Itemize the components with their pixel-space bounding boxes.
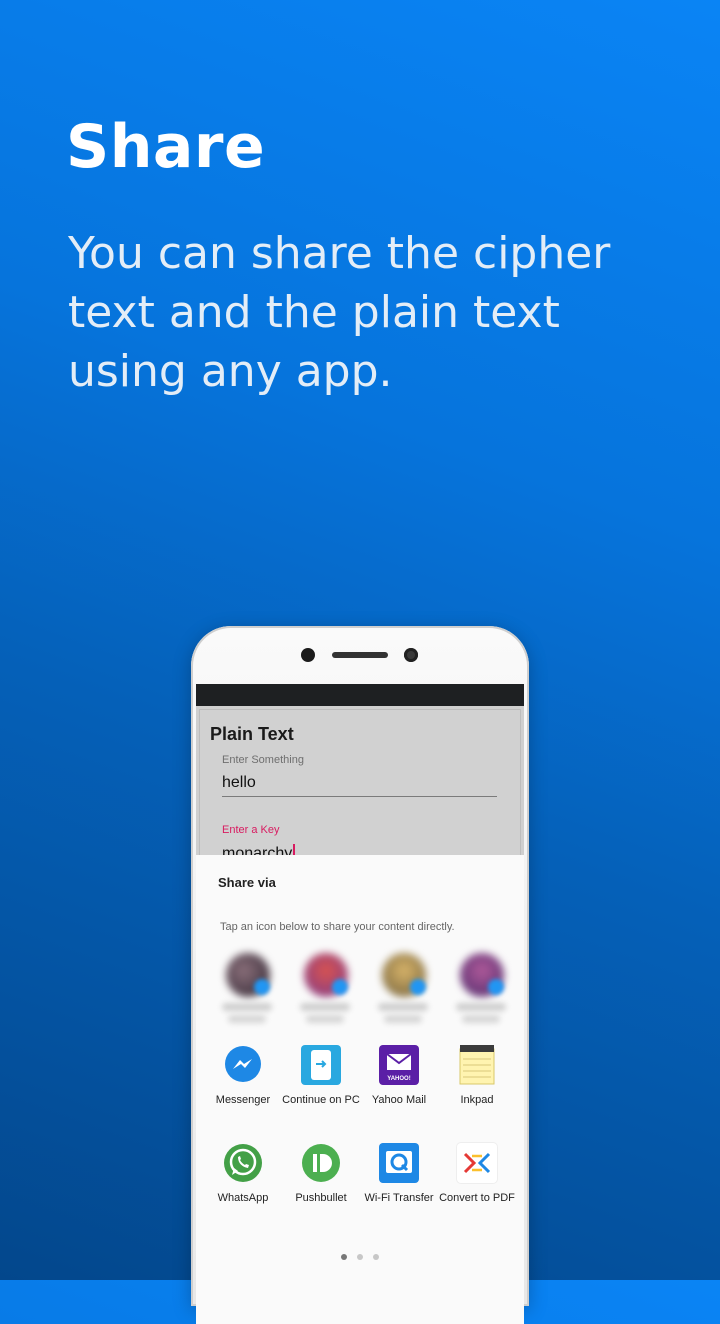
sensor-icon bbox=[404, 648, 418, 662]
direct-share-contact[interactable] bbox=[212, 951, 282, 1031]
whatsapp-icon bbox=[223, 1143, 263, 1183]
direct-share-contact[interactable] bbox=[290, 951, 360, 1031]
share-title: Share via bbox=[218, 875, 276, 890]
messenger-badge-icon bbox=[332, 979, 348, 995]
page-dot-active[interactable] bbox=[341, 1254, 347, 1260]
share-target-yahoo-mail[interactable]: YAHOO! Yahoo Mail bbox=[360, 1045, 438, 1107]
app-label: Convert to PDF bbox=[439, 1192, 515, 1204]
app-label: Messenger bbox=[215, 1094, 271, 1106]
messenger-badge-icon bbox=[488, 979, 504, 995]
app-label: Yahoo Mail bbox=[371, 1094, 427, 1106]
app-label: Pushbullet bbox=[295, 1192, 347, 1204]
phone-screen: Plain Text Enter Something hello Enter a… bbox=[196, 684, 524, 1324]
page-dot[interactable] bbox=[373, 1254, 379, 1260]
direct-share-contact[interactable] bbox=[446, 951, 516, 1031]
share-target-whatsapp[interactable]: WhatsApp bbox=[204, 1143, 282, 1205]
share-target-pushbullet[interactable]: Pushbullet bbox=[282, 1143, 360, 1205]
share-target-continue-on-pc[interactable]: Continue on PC bbox=[282, 1045, 360, 1107]
page-dot[interactable] bbox=[357, 1254, 363, 1260]
yahoo-icon-text: YAHOO! bbox=[387, 1076, 411, 1082]
page-headline: Share bbox=[66, 112, 266, 182]
direct-share-contacts bbox=[196, 951, 524, 1031]
pushbullet-icon bbox=[301, 1143, 341, 1183]
app-label: Continue on PC bbox=[282, 1094, 360, 1106]
share-sheet: Share via Tap an icon below to share you… bbox=[196, 855, 524, 1324]
app-label: WhatsApp bbox=[217, 1192, 269, 1204]
share-target-wifi-transfer[interactable]: Wi-Fi Transfer bbox=[360, 1143, 438, 1205]
share-target-messenger[interactable]: Messenger bbox=[204, 1045, 282, 1107]
plain-text-input[interactable]: hello bbox=[222, 774, 256, 792]
field1-label: Enter Something bbox=[222, 754, 304, 766]
field2-label: Enter a Key bbox=[222, 824, 280, 836]
app-label: Wi-Fi Transfer bbox=[364, 1192, 434, 1204]
convert-to-pdf-icon bbox=[457, 1143, 497, 1183]
blurred-name bbox=[300, 1003, 350, 1011]
page-indicator bbox=[196, 1247, 524, 1265]
page-subtitle: You can share the cipher text and the pl… bbox=[68, 228, 611, 397]
share-target-convert-to-pdf[interactable]: Convert to PDF bbox=[438, 1143, 516, 1205]
blurred-name bbox=[462, 1015, 500, 1023]
messenger-badge-icon bbox=[410, 979, 426, 995]
phone-mockup: Plain Text Enter Something hello Enter a… bbox=[191, 626, 529, 1324]
share-target-inkpad[interactable]: Inkpad bbox=[438, 1045, 516, 1107]
messenger-icon bbox=[223, 1045, 263, 1085]
blurred-name bbox=[228, 1015, 266, 1023]
share-hint: Tap an icon below to share your content … bbox=[220, 921, 455, 933]
blurred-name bbox=[222, 1003, 272, 1011]
status-bar bbox=[196, 684, 524, 706]
earpiece-speaker bbox=[332, 652, 388, 658]
card-title: Plain Text bbox=[210, 724, 294, 744]
blurred-name bbox=[306, 1015, 344, 1023]
app-label: Inkpad bbox=[460, 1094, 494, 1106]
blurred-name bbox=[456, 1003, 506, 1011]
front-camera-icon bbox=[301, 648, 315, 662]
continue-on-pc-icon bbox=[301, 1045, 341, 1085]
yahoo-mail-icon: YAHOO! bbox=[379, 1045, 419, 1085]
input-underline bbox=[222, 796, 497, 797]
wifi-transfer-icon bbox=[379, 1143, 419, 1183]
messenger-badge-icon bbox=[254, 979, 270, 995]
inkpad-icon bbox=[457, 1045, 497, 1085]
direct-share-contact[interactable] bbox=[368, 951, 438, 1031]
blurred-name bbox=[384, 1015, 422, 1023]
blurred-name bbox=[378, 1003, 428, 1011]
